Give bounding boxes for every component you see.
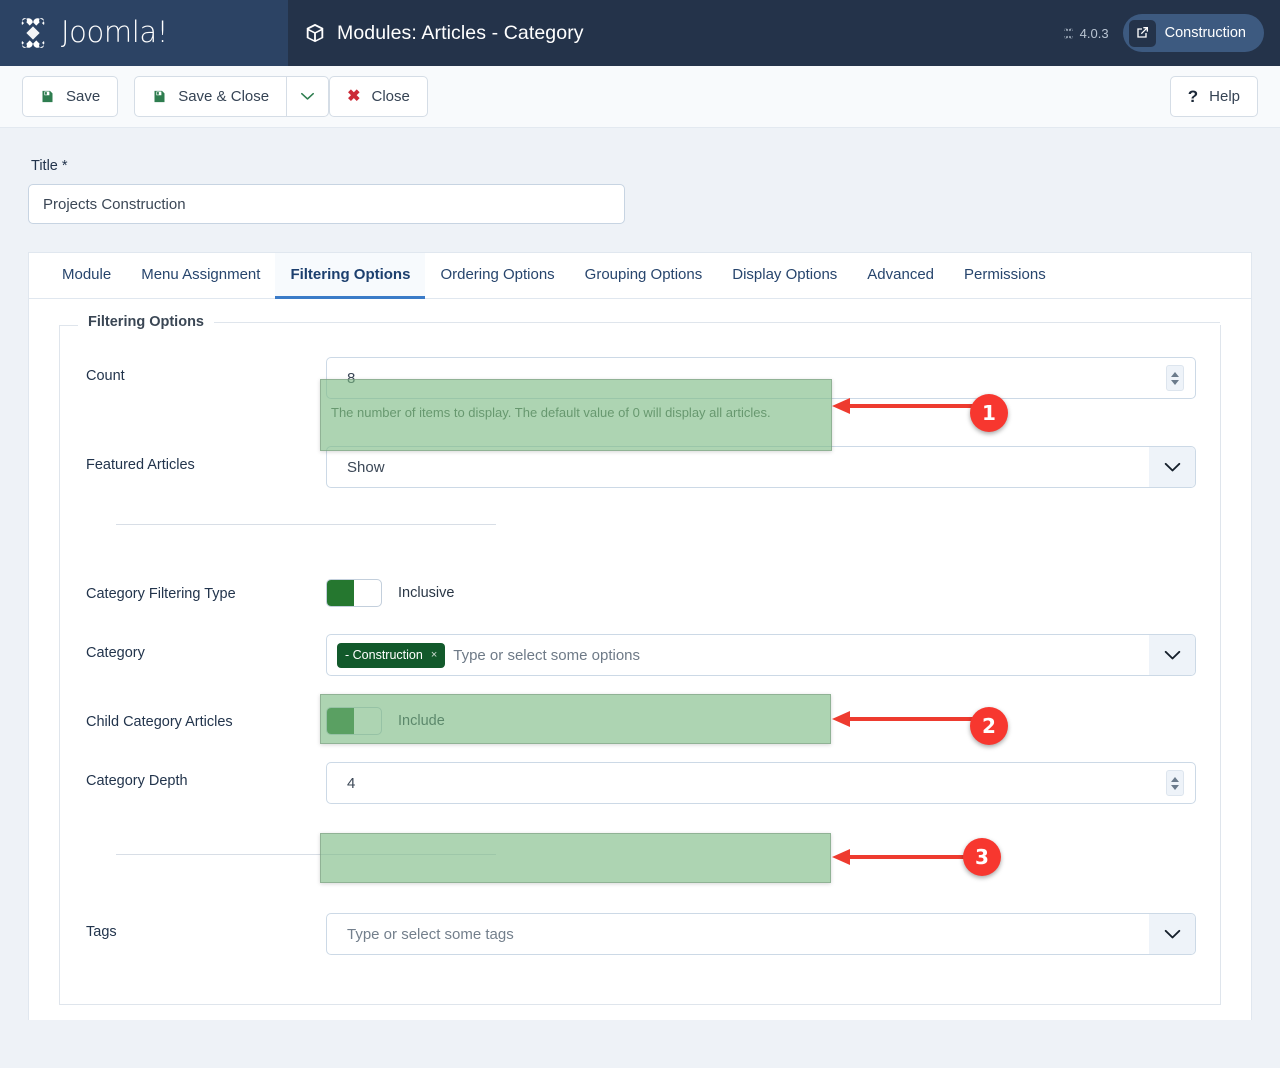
row-child-category-articles: Child Category Articles Include [60, 703, 1220, 735]
close-x-icon: ✖ [347, 87, 361, 105]
chip-remove-icon[interactable]: × [431, 649, 437, 661]
tab-advanced[interactable]: Advanced [852, 253, 949, 299]
title-field-group: Title * [28, 128, 1252, 224]
category-chevron[interactable] [1149, 635, 1195, 675]
close-button-label: Close [371, 88, 410, 105]
row-category: Category - Construction × Type or select… [60, 634, 1220, 676]
tags-input[interactable]: Type or select some tags [326, 913, 1196, 955]
category-depth-input[interactable] [326, 762, 1196, 804]
tabs-panel: Module Menu Assignment Filtering Options… [28, 252, 1252, 1020]
child-category-articles-toggle-row: Include [326, 703, 1194, 735]
category-depth-label: Category Depth [86, 773, 188, 789]
version-label: 4.0.3 [1079, 25, 1109, 41]
chevron-down-icon [1164, 929, 1180, 938]
count-input-wrap [326, 357, 1196, 399]
row-featured-articles: Featured Articles Show [60, 446, 1220, 488]
question-mark-icon: ? [1187, 87, 1199, 106]
count-help-text: The number of items to display. The defa… [331, 405, 771, 420]
site-link-label: Construction [1164, 25, 1246, 41]
save-icon [154, 90, 165, 103]
featured-articles-select-wrap: Show [326, 446, 1196, 488]
featured-articles-chevron[interactable] [1149, 447, 1195, 487]
save-close-split-button: Save & Close [134, 76, 330, 117]
category-select-wrap: - Construction × Type or select some opt… [326, 634, 1196, 676]
brand-area: Joomla! [0, 0, 288, 66]
category-chips-field[interactable]: - Construction × Type or select some opt… [326, 634, 1196, 676]
tags-chevron[interactable] [1149, 914, 1195, 954]
tab-grouping-options[interactable]: Grouping Options [570, 253, 718, 299]
switch-knob [327, 580, 354, 606]
chevron-down-icon [301, 92, 315, 100]
version-indicator: 4.0.3 [1062, 26, 1109, 41]
divider-2 [116, 854, 496, 855]
tab-bar: Module Menu Assignment Filtering Options… [29, 253, 1251, 299]
toolbar: Save Save & Close ✖ Close ? Help [0, 66, 1280, 128]
chevron-down-icon [1164, 650, 1180, 659]
child-category-articles-label: Child Category Articles [86, 714, 233, 730]
save-button[interactable]: Save [22, 76, 119, 117]
cube-icon [306, 23, 324, 43]
count-input[interactable] [326, 357, 1196, 399]
child-category-articles-switch[interactable] [326, 707, 382, 735]
tab-menu-assignment[interactable]: Menu Assignment [126, 253, 275, 299]
help-button-label: Help [1209, 88, 1240, 105]
title-input[interactable] [28, 184, 625, 224]
stepper-down-icon [1171, 379, 1179, 385]
child-category-articles-state: Include [398, 713, 445, 729]
save-and-close-button[interactable]: Save & Close [134, 76, 288, 117]
category-filtering-type-label: Category Filtering Type [86, 586, 236, 602]
header-right-area: 4.0.3 Construction [1062, 14, 1280, 52]
tab-ordering-options[interactable]: Ordering Options [425, 253, 569, 299]
external-link-icon [1128, 19, 1156, 47]
row-count: Count The number of items to display. Th… [60, 357, 1220, 420]
stepper-up-icon [1171, 371, 1179, 377]
count-stepper[interactable] [1166, 365, 1184, 391]
joomla-logo[interactable]: Joomla! [14, 14, 168, 52]
save-icon [42, 90, 53, 103]
divider-1 [116, 524, 496, 525]
row-category-filtering-type: Category Filtering Type Inclusive [60, 575, 1220, 607]
category-label: Category [86, 645, 145, 661]
save-and-close-label: Save & Close [178, 88, 270, 105]
page-title: Modules: Articles - Category [337, 21, 584, 44]
category-filtering-type-toggle-row: Inclusive [326, 575, 1194, 607]
category-chip[interactable]: - Construction × [337, 642, 446, 668]
featured-articles-select[interactable]: Show [326, 446, 1196, 488]
form-rows: Count The number of items to display. Th… [60, 325, 1220, 955]
close-button[interactable]: ✖ Close [329, 76, 428, 117]
save-dropdown-toggle[interactable] [286, 76, 330, 117]
tags-select-wrap: Type or select some tags [326, 913, 1196, 955]
category-depth-input-wrap [326, 762, 1196, 804]
row-tags: Tags Type or select some tags [60, 913, 1220, 955]
site-link-button[interactable]: Construction [1122, 14, 1264, 52]
category-chip-label: - Construction [345, 648, 423, 662]
tab-permissions[interactable]: Permissions [949, 253, 1061, 299]
count-label: Count [86, 368, 125, 384]
tab-display-options[interactable]: Display Options [717, 253, 852, 299]
help-button[interactable]: ? Help [1169, 76, 1258, 117]
joomla-small-icon [1063, 28, 1073, 38]
category-filtering-type-switch[interactable] [326, 579, 382, 607]
category-depth-stepper[interactable] [1166, 770, 1184, 796]
app-header: Joomla! Modules: Articles - Category 4.0… [0, 0, 1280, 66]
title-label: Title * [31, 158, 68, 174]
featured-articles-label: Featured Articles [86, 457, 195, 473]
chevron-down-icon [1164, 462, 1180, 471]
joomla-mark-icon [21, 18, 45, 48]
stepper-up-icon [1171, 776, 1179, 782]
row-category-depth: Category Depth [60, 762, 1220, 804]
page-title-area: Modules: Articles - Category [288, 22, 1062, 45]
tab-filtering-options[interactable]: Filtering Options [275, 253, 426, 299]
save-button-label: Save [66, 88, 101, 105]
tags-label: Tags [86, 924, 117, 940]
stepper-down-icon [1171, 784, 1179, 790]
filtering-options-fieldset: Filtering Options Count 8 The number of … [59, 314, 1221, 1005]
content-body: Title * Module Menu Assignment Filtering… [0, 128, 1280, 1020]
tab-module[interactable]: Module [47, 253, 126, 299]
category-filtering-type-state: Inclusive [398, 585, 455, 601]
brand-wordmark: Joomla! [61, 15, 168, 49]
switch-knob [327, 708, 354, 734]
category-placeholder: Type or select some options [453, 646, 641, 664]
